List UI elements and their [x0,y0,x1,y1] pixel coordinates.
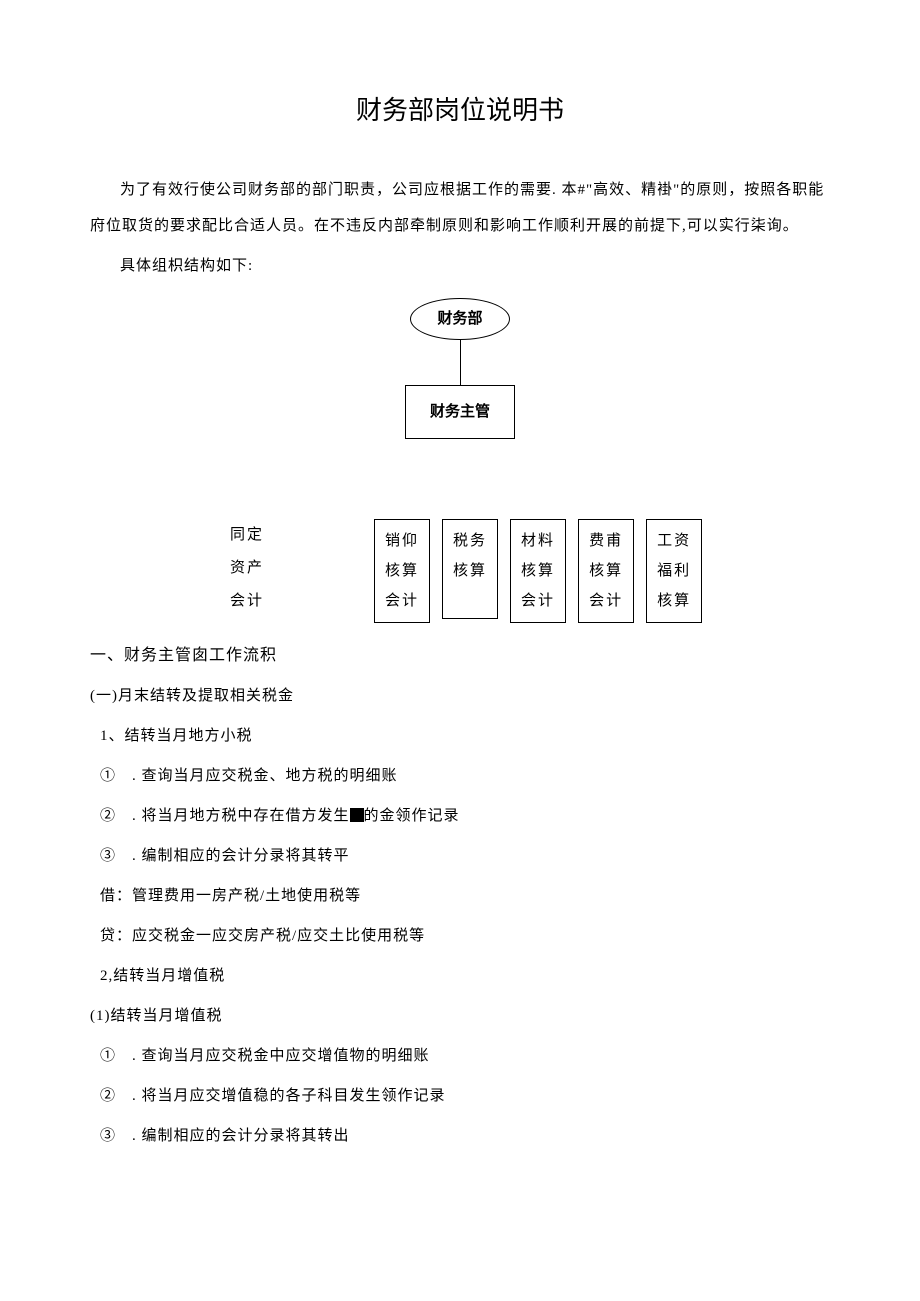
diagram-child-node: 财务主管 [405,385,515,439]
org-box-sales: 销仰 核算 会计 [374,519,430,623]
item-1-step-1: ① . 查询当月应交税金、地方税的明细账 [100,764,830,788]
box-line: 材料 [521,526,555,556]
box-line: 核算 [589,556,623,586]
structure-label: 具体组枳结构如下: [90,254,830,278]
item-2-title: 2,结转当月增值税 [100,964,830,988]
org-boxes-row: 同定 资产 会计 销仰 核算 会计 税务 核算 材料 核算 会计 费甫 核算 会… [220,519,830,623]
box-line: 税务 [453,526,487,556]
item-2-step-3: ③ . 编制相应的会计分录将其转出 [100,1124,830,1148]
diagram-connector [460,340,461,385]
box-line: 福利 [657,556,691,586]
org-box-tax: 税务 核算 [442,519,498,619]
box-line: 同定 [230,519,264,552]
step-2-post: 的金领作记录 [364,808,460,824]
item-1-step-3: ③ . 编制相应的会计分录将其转平 [100,844,830,868]
box-line: 核算 [521,556,555,586]
box-line: 核算 [453,556,487,586]
item-2-step-1: ① . 查询当月应交税金中应交增值物的明细账 [100,1044,830,1068]
org-box-fixed-assets: 同定 资产 会计 [220,519,274,618]
item-1-step-2: ② . 将当月地方税中存在借方发生的金领作记录 [100,804,830,828]
step-2-pre: ② . 将当月地方税中存在借方发生 [100,808,350,824]
item-1-credit: 贷：应交税金一应交房产税/应交土比使用税等 [100,924,830,948]
org-diagram: 财务部 财务主管 [90,298,830,439]
org-box-expense: 费甫 核算 会计 [578,519,634,623]
document-title: 财务部岗位说明书 [90,90,830,132]
box-line: 会计 [385,586,419,616]
box-line: 会计 [230,585,264,618]
diagram-root-node: 财务部 [410,298,509,340]
item-1-title: 1、结转当月地方小税 [100,724,830,748]
box-line: 核算 [657,586,691,616]
item-2-step-2: ② . 将当月应交增值稳的各子科目发生领作记录 [100,1084,830,1108]
box-line: 会计 [589,586,623,616]
item-1-debit: 借：管理费用一房产税/土地使用税等 [100,884,830,908]
box-line: 销仰 [385,526,419,556]
box-line: 资产 [230,552,264,585]
org-box-material: 材料 核算 会计 [510,519,566,623]
intro-paragraph: 为了有效行使公司财务部的部门职责，公司应根据工作的需要. 本#"高效、精褂"的原… [90,172,830,244]
box-line: 费甫 [589,526,623,556]
black-square-icon [350,808,364,822]
box-line: 会计 [521,586,555,616]
box-line: 工资 [657,526,691,556]
subsection-heading-1: (一)月末结转及提取相关税金 [90,684,830,708]
box-line: 核算 [385,556,419,586]
org-box-salary: 工资 福利 核算 [646,519,702,623]
item-2-sub: (1)结转当月增值税 [90,1004,830,1028]
section-heading-1: 一、财务主管囱工作流积 [90,643,830,669]
